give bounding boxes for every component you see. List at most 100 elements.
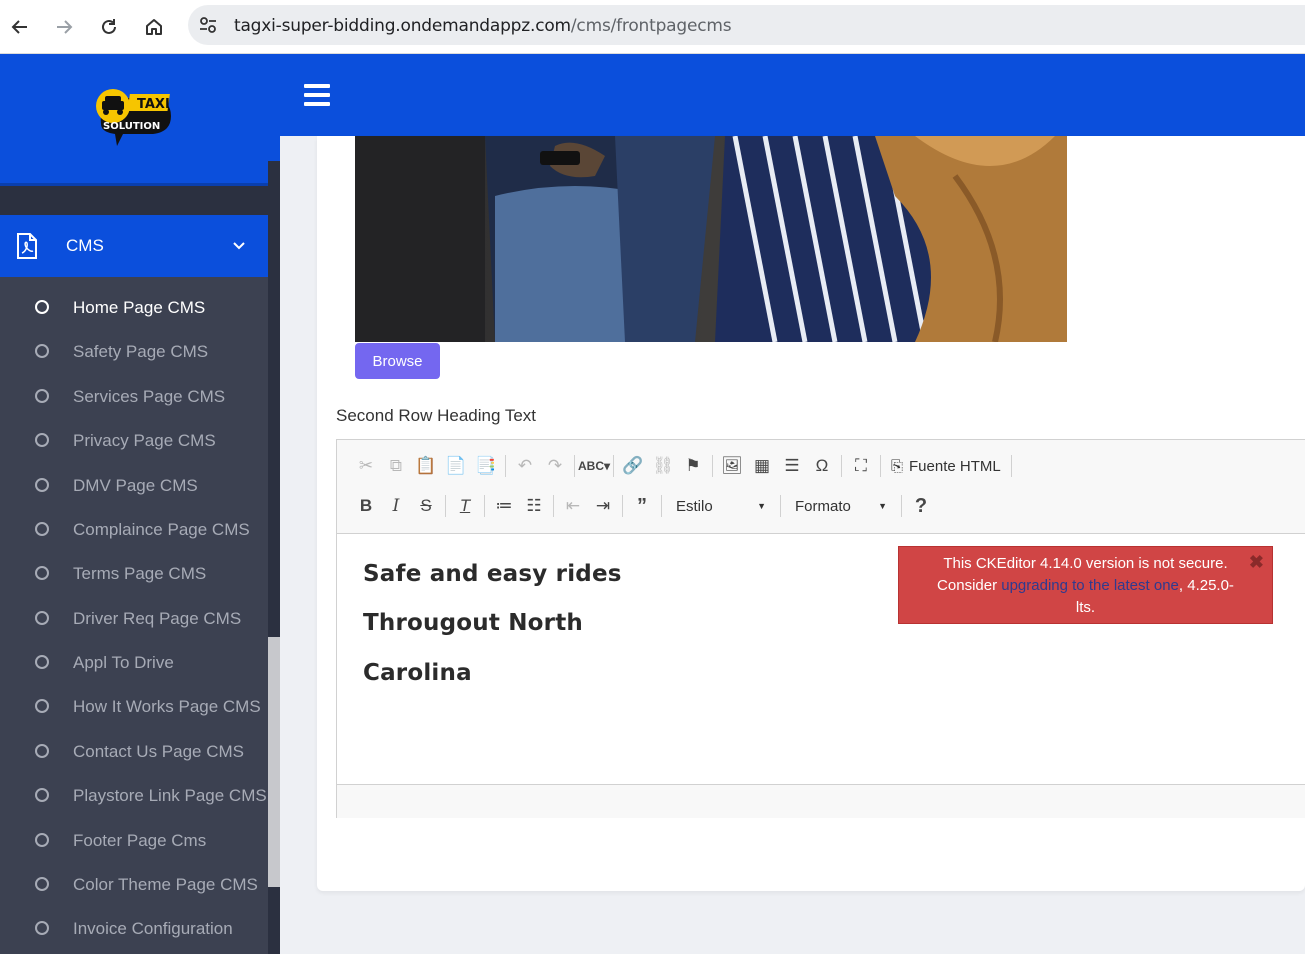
browse-button[interactable]: Browse	[355, 343, 440, 379]
sidebar-item-color-theme-page-cms[interactable]: Color Theme Page CMS	[0, 863, 268, 907]
sidebar-item-complaince-page-cms[interactable]: Complaince Page CMS	[0, 508, 268, 552]
maximize-icon[interactable]: ⛶	[846, 452, 876, 480]
paste-text-icon[interactable]: 📄	[441, 452, 471, 480]
special-char-icon[interactable]: Ω	[807, 452, 837, 480]
paste-word-icon[interactable]: 📑	[471, 452, 501, 480]
bold-icon[interactable]: B	[351, 492, 381, 520]
toolbar-separator	[484, 495, 485, 517]
sidebar-item-how-it-works-page-cms[interactable]: How It Works Page CMS	[0, 685, 268, 729]
circle-icon	[35, 566, 49, 580]
uploaded-image-preview	[355, 136, 1067, 342]
toolbar-separator	[661, 495, 662, 517]
rich-text-editor: ✂ ⧉ 📋 📄 📑 ↶ ↷ ABC▾ 🔗 ⛓ ⚑ 🖼 ▦ ☰ Ω ⛶ ⎘ Fuen…	[336, 439, 1305, 818]
circle-icon	[35, 921, 49, 935]
toolbar-separator	[1010, 455, 1012, 477]
circle-icon	[35, 522, 49, 536]
toolbar-separator	[574, 455, 575, 477]
copy-icon[interactable]: ⧉	[381, 452, 411, 480]
numbered-list-icon[interactable]: ≔	[489, 492, 519, 520]
italic-icon[interactable]: I	[381, 492, 411, 520]
svg-text:TAXI: TAXI	[137, 97, 170, 112]
site-settings-icon[interactable]	[198, 15, 218, 35]
help-icon[interactable]: ?	[906, 492, 936, 520]
ckeditor-security-warning: ✖ This CKEditor 4.14.0 version is not se…	[898, 546, 1273, 624]
sidebar-item-label: CMS	[66, 236, 104, 255]
toolbar-separator	[622, 495, 623, 517]
anchor-icon[interactable]: ⚑	[678, 452, 708, 480]
circle-icon	[35, 877, 49, 891]
circle-icon	[35, 433, 49, 447]
toolbar-row-1: ✂ ⧉ 📋 📄 📑 ↶ ↷ ABC▾ 🔗 ⛓ ⚑ 🖼 ▦ ☰ Ω ⛶ ⎘ Fuen…	[351, 451, 1016, 481]
horizontal-line-icon[interactable]: ☰	[777, 452, 807, 480]
sidebar-item-safety-page-cms[interactable]: Safety Page CMS	[0, 330, 268, 374]
sidebar-item-appl-to-drive[interactable]: Appl To Drive	[0, 641, 268, 685]
toolbar-separator	[505, 455, 506, 477]
circle-icon	[35, 655, 49, 669]
content-paragraph: Safe and easy rides	[363, 561, 622, 587]
sidebar-item-driver-req-page-cms[interactable]: Driver Req Page CMS	[0, 597, 268, 641]
menu-toggle-icon[interactable]	[304, 84, 330, 106]
circle-icon	[35, 344, 49, 358]
sidebar-item-terms-page-cms[interactable]: Terms Page CMS	[0, 552, 268, 596]
circle-icon	[35, 611, 49, 625]
format-dropdown[interactable]: Formato ▼	[785, 498, 897, 515]
circle-icon	[35, 478, 49, 492]
unlink-icon[interactable]: ⛓	[648, 452, 678, 480]
sidebar-item-contact-us-page-cms[interactable]: Contact Us Page CMS	[0, 730, 268, 774]
sidebar-item-cms[interactable]: CMS	[0, 215, 268, 277]
sidebar-item-footer-page-cms[interactable]: Footer Page Cms	[0, 819, 268, 863]
chevron-down-icon	[233, 242, 245, 250]
strikethrough-icon[interactable]: S	[411, 492, 441, 520]
content-paragraph: Througout North	[363, 610, 583, 636]
blockquote-icon[interactable]: ”	[627, 492, 657, 520]
source-icon: ⎘	[891, 457, 904, 475]
toolbar-separator	[841, 455, 842, 477]
back-icon[interactable]	[5, 12, 35, 42]
source-button[interactable]: ⎘ Fuente HTML	[885, 458, 1007, 475]
paste-icon[interactable]: 📋	[411, 452, 441, 480]
sidebar-item-services-page-cms[interactable]: Services Page CMS	[0, 375, 268, 419]
home-icon[interactable]	[139, 12, 169, 42]
toolbar-row-2: B I S T ≔ ☷ ⇤ ⇥ ” Estilo ▼ Formato ▼ ?	[351, 491, 936, 521]
remove-format-icon[interactable]: T	[450, 492, 480, 520]
logo-area: TAXI SOLUTION	[0, 54, 280, 186]
circle-icon	[35, 699, 49, 713]
close-icon[interactable]: ✖	[1249, 551, 1264, 573]
circle-icon	[35, 833, 49, 847]
dropdown-arrow-icon: ▼	[757, 501, 766, 511]
circle-icon	[35, 300, 49, 314]
cms-submenu: Home Page CMS Safety Page CMS Services P…	[0, 277, 268, 954]
editor-statusbar	[337, 784, 1305, 818]
browser-toolbar: tagxi-super-bidding.ondemandappz.com/cms…	[0, 0, 1305, 54]
sidebar-item-playstore-link-page-cms[interactable]: Playstore Link Page CMS	[0, 774, 268, 818]
address-bar[interactable]: tagxi-super-bidding.ondemandappz.com/cms…	[188, 5, 1305, 45]
taxi-logo[interactable]: TAXI SOLUTION	[93, 86, 175, 150]
spellcheck-icon[interactable]: ABC▾	[578, 452, 610, 480]
toolbar-separator	[880, 455, 881, 477]
toolbar-separator	[445, 495, 446, 517]
sidebar-scrollbar-thumb[interactable]	[268, 637, 280, 887]
circle-icon	[35, 389, 49, 403]
redo-icon[interactable]: ↷	[540, 452, 570, 480]
link-icon[interactable]: 🔗	[618, 452, 648, 480]
sidebar-item-dmv-page-cms[interactable]: DMV Page CMS	[0, 464, 268, 508]
sidebar-item-home-page-cms[interactable]: Home Page CMS	[0, 286, 268, 330]
reload-icon[interactable]	[94, 12, 124, 42]
table-icon[interactable]: ▦	[747, 452, 777, 480]
cut-icon[interactable]: ✂	[351, 452, 381, 480]
editor-toolbar: ✂ ⧉ 📋 📄 📑 ↶ ↷ ABC▾ 🔗 ⛓ ⚑ 🖼 ▦ ☰ Ω ⛶ ⎘ Fuen…	[337, 440, 1305, 534]
sidebar-item-invoice-configuration[interactable]: Invoice Configuration	[0, 907, 268, 951]
upgrade-link[interactable]: upgrading to the latest one	[1001, 577, 1179, 594]
pdf-file-icon	[17, 233, 37, 259]
style-dropdown[interactable]: Estilo ▼	[666, 498, 776, 515]
bulleted-list-icon[interactable]: ☷	[519, 492, 549, 520]
image-icon[interactable]: 🖼	[717, 452, 747, 480]
forward-icon[interactable]	[49, 12, 79, 42]
toolbar-separator	[553, 495, 554, 517]
toolbar-separator	[901, 495, 902, 517]
indent-icon[interactable]: ⇥	[588, 492, 618, 520]
sidebar-item-privacy-page-cms[interactable]: Privacy Page CMS	[0, 419, 268, 463]
outdent-icon[interactable]: ⇤	[558, 492, 588, 520]
dropdown-arrow-icon: ▼	[878, 501, 887, 511]
undo-icon[interactable]: ↶	[510, 452, 540, 480]
